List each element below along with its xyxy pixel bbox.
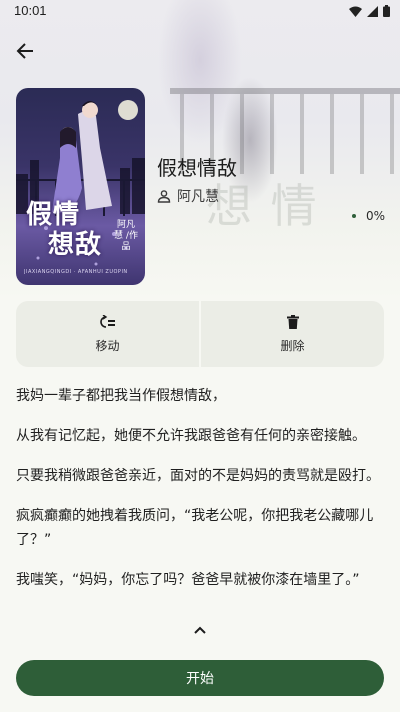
move-button[interactable]: 移动	[16, 301, 199, 367]
book-title: 假想情敌	[157, 156, 237, 180]
delete-button[interactable]: 删除	[201, 301, 384, 367]
cover-author-tag: 阿凡慧 /作品	[114, 220, 138, 252]
cover-tagline: JIAXIANGQINGDI · AFANHUI ZUOPIN	[24, 269, 128, 275]
description-paragraph: 我妈一辈子都把我当作假想情敌，	[16, 388, 226, 404]
book-description: 我妈一辈子都把我当作假想情敌， 从我有记忆起，她便不允许我跟爸爸有任何的亲密接触…	[16, 384, 384, 620]
status-time: 10:01	[14, 3, 47, 18]
book-cover[interactable]: 假情 想敌 阿凡慧 /作品 JIAXIANGQINGDI · AFANHUI Z…	[16, 88, 145, 285]
chevron-up-icon	[194, 626, 206, 634]
trash-icon	[286, 314, 299, 329]
description-paragraph: 疯疯癫癫的她拽着我质问，“我老公呢，你把我老公藏哪儿了？”	[16, 508, 374, 548]
description-paragraph: 我嗤笑，“妈妈，你忘了吗？爸爸早就被你漆在墙里了。”	[16, 572, 360, 588]
author-name: 阿凡慧	[177, 189, 219, 205]
collapse-description-button[interactable]	[190, 622, 210, 638]
arrow-back-icon	[16, 43, 33, 59]
description-paragraph: 从我有记忆起，她便不允许我跟爸爸有任何的亲密接触。	[16, 428, 366, 444]
wifi-icon	[349, 6, 362, 17]
description-paragraph: 只要我稍微跟爸爸亲近，面对的不是妈妈的责骂就是殴打。	[16, 468, 380, 484]
signal-icon	[367, 5, 378, 17]
back-button[interactable]	[12, 38, 38, 64]
battery-icon	[383, 5, 390, 17]
person-icon	[157, 190, 171, 203]
action-bar: 移动 删除	[16, 301, 384, 367]
move-icon	[99, 314, 115, 328]
cover-title-line1: 假情	[26, 200, 81, 230]
progress-text: 0%	[366, 209, 386, 223]
book-author[interactable]: 阿凡慧	[157, 186, 219, 206]
delete-label: 删除	[280, 338, 305, 353]
progress-indicator	[352, 214, 356, 218]
status-bar: 10:01	[0, 0, 400, 24]
move-label: 移动	[95, 338, 120, 353]
start-reading-button[interactable]: 开始	[16, 660, 384, 696]
status-icons	[349, 5, 390, 17]
